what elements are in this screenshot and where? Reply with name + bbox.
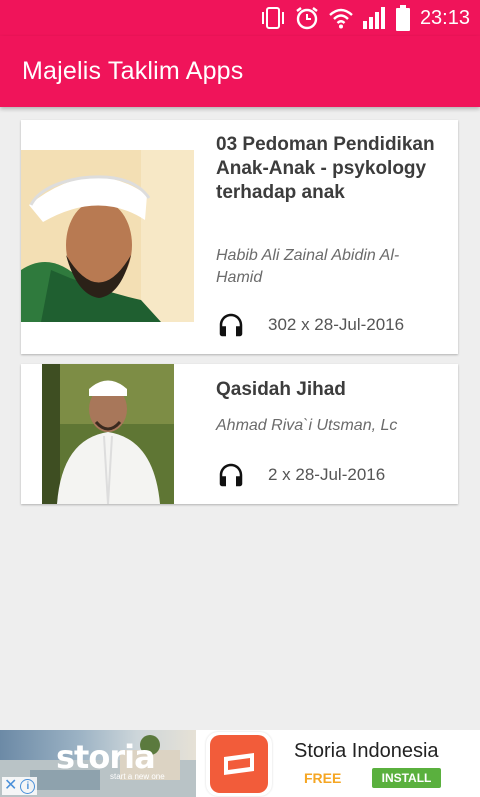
headphones-icon [216, 310, 246, 340]
ad-image[interactable]: storia start a new one ✕ i [0, 730, 196, 797]
app-title: Majelis Taklim Apps [22, 57, 244, 85]
ad-app-icon[interactable] [206, 732, 272, 796]
ad-app-name[interactable]: Storia Indonesia [294, 740, 439, 763]
list-item[interactable]: 03 Pedoman Pendidikan Anak-Anak - psykol… [21, 120, 458, 354]
ad-brand-logo: storia [56, 738, 156, 776]
item-title: 03 Pedoman Pendidikan Anak-Anak - psykol… [216, 134, 435, 203]
item-author: Ahmad Riva`i Utsman, Lc [216, 417, 398, 434]
close-icon[interactable]: ✕ [4, 778, 17, 794]
item-meta: 302 x 28-Jul-2016 [216, 310, 404, 340]
item-author: Habib Ali Zainal Abidin Al-Hamid [216, 247, 400, 286]
headphones-icon [216, 460, 246, 490]
item-play-count-date: 302 x 28-Jul-2016 [268, 315, 405, 334]
speaker-thumbnail [21, 150, 194, 322]
ad-tagline: start a new one [110, 772, 165, 781]
info-icon[interactable]: i [20, 778, 36, 794]
app-bar: Majelis Taklim Apps [0, 36, 480, 107]
alarm-icon [294, 5, 320, 31]
speaker-thumbnail [42, 364, 174, 504]
wifi-icon [328, 7, 354, 29]
ad-close-button[interactable]: ✕ i [2, 777, 38, 795]
item-title: Qasidah Jihad [216, 379, 346, 400]
item-meta: 2 x 28-Jul-2016 [216, 460, 385, 490]
status-bar: 23:13 [0, 0, 480, 36]
signal-icon [362, 6, 388, 30]
ad-install-button[interactable]: INSTALL [372, 768, 441, 788]
item-play-count-date: 2 x 28-Jul-2016 [268, 465, 386, 484]
list-item[interactable]: Qasidah Jihad Ahmad Riva`i Utsman, Lc 2 … [21, 364, 458, 504]
ad-banner[interactable]: storia start a new one ✕ i Storia Indone… [0, 730, 480, 797]
ad-price: FREE [304, 770, 342, 786]
phone-vibrate-icon [260, 6, 286, 30]
status-time: 23:13 [419, 6, 470, 29]
battery-icon [395, 5, 410, 31]
